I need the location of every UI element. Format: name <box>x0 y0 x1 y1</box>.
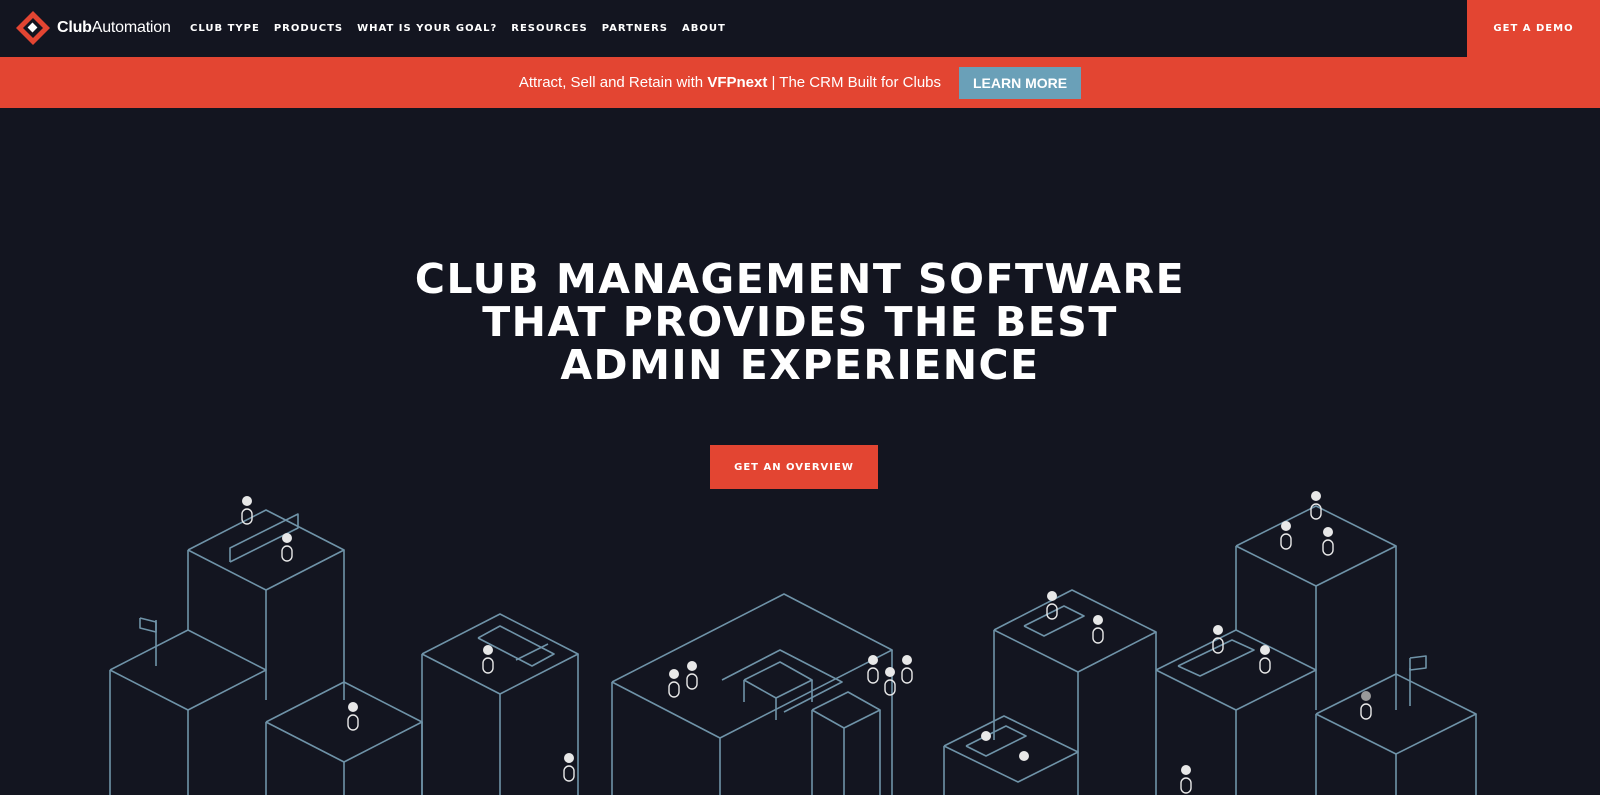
building-right-mid <box>1155 629 1317 795</box>
golf-flag-right-icon <box>1409 655 1427 706</box>
logo-mark-icon <box>16 11 50 45</box>
hero-title: CLUB MANAGEMENT SOFTWARE THAT PROVIDES T… <box>0 258 1600 387</box>
logo-text-bold: Club <box>57 19 92 36</box>
building-left-low <box>109 629 267 795</box>
logo-text-light: Automation <box>91 19 171 36</box>
banner-text-suffix: | The CRM Built for Clubs <box>767 74 941 91</box>
hero-title-line-2: THAT PROVIDES THE BEST <box>482 298 1118 346</box>
menu-item-about[interactable]: ABOUT <box>682 23 726 34</box>
golf-flag-left-icon <box>139 617 157 666</box>
banner-text-product: VFPnext <box>707 74 768 91</box>
hero-title-line-3: ADMIN EXPERIENCE <box>560 341 1040 389</box>
people-bodies <box>241 503 1372 794</box>
hero-title-line-1: CLUB MANAGEMENT SOFTWARE <box>414 255 1186 303</box>
learn-more-button[interactable]: LEARN MORE <box>959 66 1082 99</box>
main-menu: CLUB TYPE PRODUCTS WHAT IS YOUR GOAL? RE… <box>190 0 740 57</box>
isometric-club-illustration <box>109 491 1477 795</box>
building-left-tower <box>187 509 345 700</box>
building-right-tower <box>1235 505 1397 710</box>
banner-text-prefix: Attract, Sell and Retain with <box>518 74 708 91</box>
promo-banner: Attract, Sell and Retain with VFPnext | … <box>0 57 1600 108</box>
building-lower-right <box>943 715 1079 795</box>
top-navigation: ClubAutomation CLUB TYPE PRODUCTS WHAT I… <box>0 0 1600 57</box>
menu-item-resources[interactable]: RESOURCES <box>511 23 587 34</box>
menu-item-partners[interactable]: PARTNERS <box>602 23 668 34</box>
people-figures <box>242 491 1371 775</box>
club-automation-logo[interactable]: ClubAutomation <box>15 10 171 46</box>
building-center <box>611 593 893 795</box>
menu-item-products[interactable]: PRODUCTS <box>274 23 343 34</box>
menu-item-goal[interactable]: WHAT IS YOUR GOAL? <box>357 23 497 34</box>
building-center-right <box>993 589 1157 795</box>
get-an-overview-button[interactable]: GET AN OVERVIEW <box>710 445 878 489</box>
get-a-demo-button[interactable]: GET A DEMO <box>1467 0 1600 57</box>
menu-item-club-type[interactable]: CLUB TYPE <box>190 23 260 34</box>
building-pool <box>421 613 579 795</box>
banner-text: Attract, Sell and Retain with VFPnext | … <box>519 74 941 91</box>
